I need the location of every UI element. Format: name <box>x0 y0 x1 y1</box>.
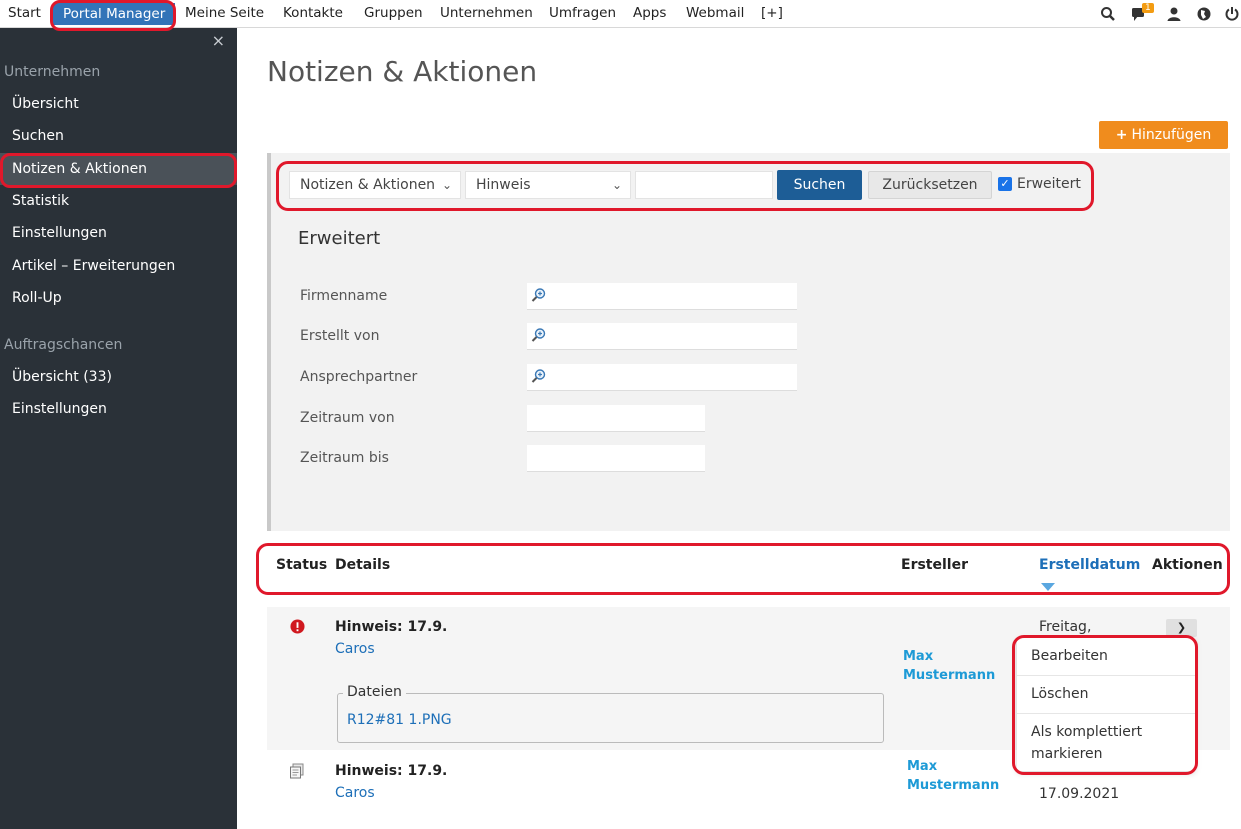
add-button-label: Hinzufügen <box>1131 127 1212 143</box>
actions-dropdown-button[interactable]: ❯ <box>1166 619 1197 637</box>
files-legend: Dateien <box>343 684 406 700</box>
kind-select-value: Hinweis <box>476 177 531 193</box>
nav-umfragen[interactable]: Umfragen <box>549 5 616 21</box>
row-date: 17.09.2021 <box>1039 786 1120 802</box>
menu-divider <box>1017 675 1195 676</box>
nav-gruppen[interactable]: Gruppen <box>364 5 423 21</box>
advanced-checkbox-label: Erweitert <box>1017 176 1081 192</box>
ansprechpartner-input[interactable] <box>527 364 797 391</box>
nav-meine-seite[interactable]: Meine Seite <box>185 5 264 21</box>
creator-first-name[interactable]: Max <box>907 757 937 776</box>
alert-icon <box>290 619 305 634</box>
creator-last-name[interactable]: Mustermann <box>907 776 999 795</box>
reset-button[interactable]: Zurücksetzen <box>868 171 992 199</box>
column-details: Details <box>335 557 391 573</box>
close-icon[interactable]: × <box>212 31 225 50</box>
note-icon <box>290 763 304 779</box>
file-link[interactable]: R12#81 1.PNG <box>347 712 452 728</box>
actions-dropdown-menu: Bearbeiten Löschen Als komplettiert mark… <box>1017 638 1195 771</box>
menu-item-label-line2: markieren <box>1031 746 1103 762</box>
user-icon[interactable] <box>1166 6 1182 22</box>
add-button[interactable]: + Hinzufügen <box>1099 121 1228 149</box>
row-company-link[interactable]: Caros <box>335 641 375 657</box>
column-aktionen: Aktionen <box>1152 557 1223 573</box>
top-navigation: Start Portal Manager Meine Seite Kontakt… <box>0 0 1241 28</box>
nav-kontakte[interactable]: Kontakte <box>283 5 343 21</box>
creator-first-name[interactable]: Max <box>903 647 933 666</box>
sidebar-item-statistik[interactable]: Statistik <box>0 185 237 217</box>
menu-item-bearbeiten[interactable]: Bearbeiten <box>1017 645 1195 667</box>
sidebar-item-einstellungen[interactable]: Einstellungen <box>0 217 237 249</box>
nav-webmail[interactable]: Webmail <box>686 5 744 21</box>
nav-add[interactable]: [+] <box>761 5 783 21</box>
chevron-down-icon: ⌄ <box>441 178 452 192</box>
sidebar-item-artikel-erweiterungen[interactable]: Artikel – Erweiterungen <box>0 250 237 282</box>
search-icon[interactable] <box>1100 6 1116 22</box>
menu-item-label-line1: Als komplettiert <box>1031 724 1143 740</box>
zeitraum-von-input[interactable] <box>527 405 705 432</box>
lookup-icon <box>531 288 546 302</box>
chevron-down-icon: ⌄ <box>611 178 622 192</box>
column-ersteller: Ersteller <box>901 557 968 573</box>
row-date: Freitag, <box>1039 619 1092 635</box>
sidebar-section-unternehmen: Unternehmen <box>4 64 101 80</box>
menu-item-loeschen[interactable]: Löschen <box>1017 683 1195 705</box>
menu-divider <box>1017 713 1195 714</box>
firmenname-input[interactable] <box>527 283 797 310</box>
zeitraum-bis-input[interactable] <box>527 445 705 472</box>
column-erstelldatum[interactable]: Erstelldatum <box>1039 557 1140 573</box>
type-select-value: Notizen & Aktionen <box>300 177 436 193</box>
row-title: Hinweis: 17.9. <box>335 619 448 635</box>
menu-item-als-komplettiert[interactable]: Als komplettiert markieren <box>1017 721 1195 765</box>
sidebar-item-notizen-aktionen[interactable]: Notizen & Aktionen <box>0 153 237 185</box>
nav-portal-manager[interactable]: Portal Manager <box>53 3 176 25</box>
sidebar: × Unternehmen Übersicht Suchen Notizen &… <box>0 28 237 829</box>
advanced-title: Erweitert <box>298 228 381 249</box>
zeitraum-bis-label: Zeitraum bis <box>300 450 389 466</box>
row-company-link[interactable]: Caros <box>335 785 375 801</box>
erstellt-von-label: Erstellt von <box>300 328 380 344</box>
firmenname-label: Firmenname <box>300 288 388 304</box>
notification-badge: 1 <box>1142 3 1154 13</box>
sidebar-item-suchen[interactable]: Suchen <box>0 120 237 152</box>
search-input[interactable] <box>635 171 773 199</box>
ansprechpartner-label: Ansprechpartner <box>300 369 418 385</box>
plus-icon: + <box>1115 127 1128 143</box>
type-select[interactable]: Notizen & Aktionen ⌄ <box>289 171 461 199</box>
search-button[interactable]: Suchen <box>777 170 862 200</box>
lookup-icon <box>531 369 546 383</box>
sidebar-item-uebersicht-auftragschancen[interactable]: Übersicht (33) <box>0 361 237 393</box>
creator-last-name[interactable]: Mustermann <box>903 666 995 685</box>
page-title: Notizen & Aktionen <box>267 55 538 88</box>
nav-apps[interactable]: Apps <box>633 5 666 21</box>
sort-desc-icon <box>1041 583 1055 591</box>
row-title: Hinweis: 17.9. <box>335 763 448 779</box>
erstellt-von-input[interactable] <box>527 323 797 350</box>
zeitraum-von-label: Zeitraum von <box>300 410 395 426</box>
sidebar-item-einstellungen-auftragschancen[interactable]: Einstellungen <box>0 393 237 425</box>
globe-icon[interactable] <box>1196 6 1212 22</box>
advanced-checkbox[interactable]: ✓ <box>998 177 1012 191</box>
sidebar-item-roll-up[interactable]: Roll-Up <box>0 282 237 314</box>
column-status: Status <box>276 557 328 573</box>
nav-unternehmen[interactable]: Unternehmen <box>440 5 533 21</box>
kind-select[interactable]: Hinweis ⌄ <box>465 171 631 199</box>
sidebar-section-auftragschancen: Auftragschancen <box>4 337 123 353</box>
nav-start[interactable]: Start <box>8 5 41 21</box>
sidebar-item-uebersicht[interactable]: Übersicht <box>0 88 237 120</box>
power-icon[interactable] <box>1224 6 1240 22</box>
lookup-icon <box>531 328 546 342</box>
